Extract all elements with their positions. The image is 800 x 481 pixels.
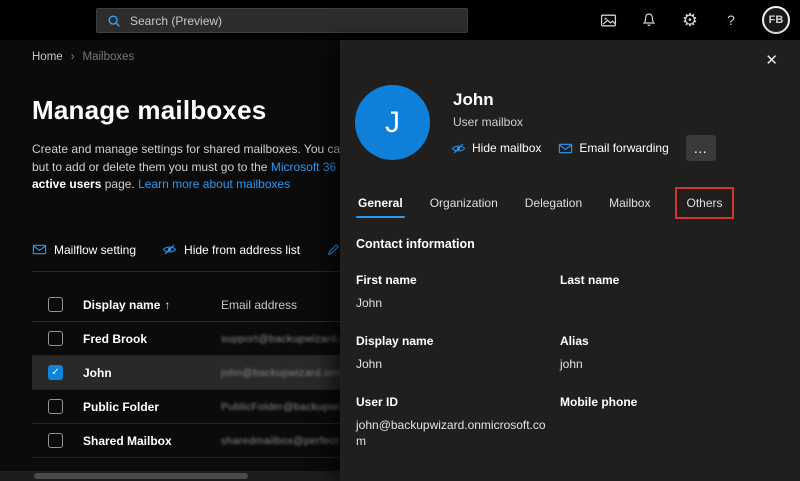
page-title: Manage mailboxes	[32, 95, 266, 126]
field-value: John	[356, 295, 546, 311]
row-display-name: John	[83, 366, 221, 380]
field-value	[560, 295, 750, 310]
sort-ascending-icon: ↑	[164, 298, 170, 312]
field-label: First name	[356, 273, 560, 287]
learn-more-link[interactable]: Learn more about mailboxes	[138, 177, 290, 191]
help-icon[interactable]: ?	[721, 10, 741, 30]
row-checkbox[interactable]: ✓	[48, 433, 63, 448]
horizontal-scrollbar-thumb[interactable]	[34, 473, 248, 479]
exchange-admin-screen: Search (Preview) ⚙ ? FB Home › Mailboxes…	[0, 0, 800, 481]
panel-user-name: John	[453, 90, 494, 110]
microsoft365-link[interactable]: Microsoft 36	[271, 160, 336, 174]
settings-gear-icon[interactable]: ⚙	[680, 10, 700, 30]
description-line-1: Create and manage settings for shared ma…	[32, 141, 347, 159]
hide-from-address-list-label: Hide from address list	[184, 243, 300, 257]
field-label: Alias	[560, 334, 780, 348]
topbar-actions: ⚙ ? FB	[598, 0, 790, 40]
email-forwarding-button[interactable]: Email forwarding	[558, 141, 668, 156]
field-value: john@backupwizard.onmicrosoft.com	[356, 417, 546, 449]
chevron-right-icon: ›	[71, 51, 75, 63]
hide-mailbox-label: Hide mailbox	[472, 141, 541, 155]
field-last-name: Last name	[560, 273, 780, 311]
pencil-icon	[326, 242, 341, 257]
page-description: Create and manage settings for shared ma…	[32, 141, 347, 194]
field-user-id: User ID john@backupwizard.onmicrosoft.co…	[356, 395, 560, 449]
breadcrumb-home[interactable]: Home	[32, 51, 63, 63]
breadcrumb-current: Mailboxes	[83, 51, 135, 63]
tab-general[interactable]: General	[356, 189, 405, 217]
row-display-name: Shared Mailbox	[83, 434, 221, 448]
display-name-header[interactable]: Display name↑	[83, 298, 221, 312]
description-line-3-text: page.	[101, 177, 138, 191]
notifications-icon[interactable]	[639, 10, 659, 30]
field-label: Mobile phone	[560, 395, 780, 409]
field-label: Display name	[356, 334, 560, 348]
description-line-3: active users page. Learn more about mail…	[32, 176, 347, 194]
envelope-icon	[558, 141, 573, 156]
email-forwarding-label: Email forwarding	[579, 141, 668, 155]
eye-off-icon	[162, 242, 177, 257]
row-display-name: Public Folder	[83, 400, 221, 414]
description-line-2: but to add or delete them you must go to…	[32, 159, 347, 177]
field-value: John	[356, 356, 546, 372]
field-first-name: First name John	[356, 273, 560, 311]
topbar: Search (Preview) ⚙ ? FB	[0, 0, 800, 40]
user-avatar: J	[355, 85, 430, 160]
more-actions-button[interactable]: …	[686, 135, 716, 161]
hide-from-address-list-button[interactable]: Hide from address list	[162, 242, 300, 257]
field-label: Last name	[560, 273, 780, 287]
contact-fields: First name John Last name Display name J…	[356, 273, 780, 449]
field-display-name: Display name John	[356, 334, 560, 372]
close-icon[interactable]: ✕	[765, 53, 778, 68]
panel-mailbox-type: User mailbox	[453, 115, 523, 129]
contact-information-heading: Contact information	[356, 237, 475, 251]
mailbox-details-panel: ✕ J John User mailbox Hide mailbox Email…	[340, 40, 800, 481]
mailflow-setting-button[interactable]: Mailflow setting	[32, 242, 136, 257]
tab-others[interactable]: Others	[675, 187, 733, 219]
tab-organization[interactable]: Organization	[428, 189, 500, 217]
media-icon[interactable]	[598, 10, 618, 30]
row-checkbox[interactable]: ✓	[48, 399, 63, 414]
search-input[interactable]: Search (Preview)	[96, 8, 468, 33]
mailbox-toolbar: Mailflow setting Hide from address list …	[32, 242, 365, 257]
search-icon	[107, 14, 121, 28]
ellipsis-icon: …	[693, 140, 708, 156]
field-mobile-phone: Mobile phone	[560, 395, 780, 449]
panel-quick-actions: Hide mailbox Email forwarding …	[451, 135, 716, 161]
breadcrumb: Home › Mailboxes	[32, 51, 134, 63]
active-users-text: active users	[32, 177, 101, 191]
select-all-checkbox[interactable]: ✓	[48, 297, 63, 312]
field-alias: Alias john	[560, 334, 780, 372]
field-label: User ID	[356, 395, 560, 409]
eye-off-icon	[451, 141, 466, 156]
panel-tabs: General Organization Delegation Mailbox …	[356, 187, 734, 219]
tab-delegation[interactable]: Delegation	[523, 189, 584, 217]
row-display-name: Fred Brook	[83, 332, 221, 346]
row-checkbox[interactable]: ✓	[48, 365, 63, 380]
tab-mailbox[interactable]: Mailbox	[607, 189, 652, 217]
field-value: john	[560, 356, 750, 372]
row-checkbox[interactable]: ✓	[48, 331, 63, 346]
search-placeholder: Search (Preview)	[130, 14, 222, 28]
account-avatar[interactable]: FB	[762, 6, 790, 34]
description-line-2-text: but to add or delete them you must go to…	[32, 160, 271, 174]
envelope-icon	[32, 242, 47, 257]
horizontal-scrollbar[interactable]	[0, 471, 340, 481]
mailflow-setting-label: Mailflow setting	[54, 243, 136, 257]
hide-mailbox-button[interactable]: Hide mailbox	[451, 141, 541, 156]
field-value	[560, 417, 750, 432]
